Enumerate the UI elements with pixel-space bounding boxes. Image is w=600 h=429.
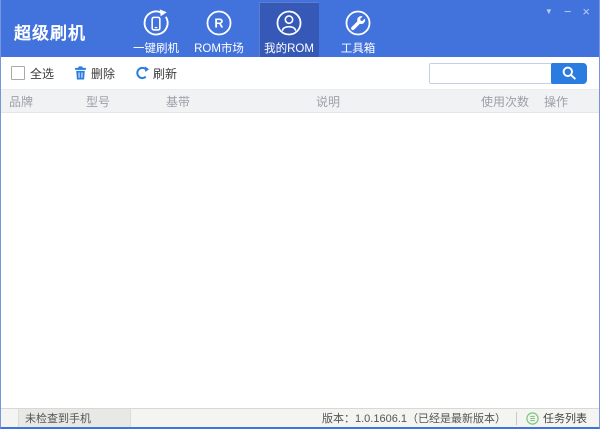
- column-header-model: 型号: [86, 94, 111, 109]
- column-header-brand: 品牌: [9, 94, 34, 109]
- main-nav: 一键刷机 R ROM市场 我的ROM 工具箱: [127, 0, 387, 57]
- delete-label: 删除: [91, 66, 116, 81]
- nav-tab-one-key-flash[interactable]: 一键刷机: [127, 2, 185, 57]
- device-status: 未检查到手机: [18, 409, 131, 427]
- nav-tab-label: ROM市场: [194, 43, 244, 55]
- column-header-actions: 操作: [544, 94, 569, 109]
- column-header-usage-count: 使用次数: [481, 94, 530, 109]
- refresh-button[interactable]: 刷新: [135, 65, 177, 82]
- task-list-button[interactable]: 任务列表: [526, 410, 587, 426]
- version-text: 版本：1.0.1606.1（已经是最新版本）: [322, 413, 506, 425]
- nav-tab-my-rom[interactable]: 我的ROM: [259, 2, 319, 57]
- refresh-icon: [136, 66, 150, 80]
- trash-icon: [75, 66, 86, 80]
- statusbar-divider: [516, 411, 517, 425]
- task-list-label: 任务列表: [543, 413, 587, 425]
- minimize-button[interactable]: −: [564, 5, 572, 18]
- column-header-baseband: 基带: [166, 94, 191, 109]
- nav-tab-label: 工具箱: [340, 43, 376, 55]
- user-rom-icon: [276, 10, 302, 36]
- close-button[interactable]: ×: [582, 5, 590, 18]
- phone-refresh-icon: [143, 9, 169, 36]
- rom-market-icon: R: [206, 10, 232, 36]
- window-controls: ▼ − ×: [545, 5, 590, 18]
- search-box: [429, 62, 587, 84]
- app-title: 超级刷机: [14, 24, 86, 43]
- toolbox-wrench-icon: [345, 10, 371, 36]
- nav-tab-label: 一键刷机: [133, 43, 179, 55]
- column-header-description: 说明: [316, 94, 341, 109]
- task-list-icon: [526, 411, 539, 425]
- menu-button[interactable]: ▼: [545, 7, 553, 16]
- delete-button[interactable]: 删除: [74, 65, 115, 82]
- app-window: 超级刷机 一键刷机 R ROM市场 我的ROM 工具箱 ▼ − × 全选 删除 …: [0, 0, 600, 429]
- table-header: 品牌 型号 基带 说明 使用次数 操作: [1, 90, 599, 113]
- statusbar: 未检查到手机 版本：1.0.1606.1（已经是最新版本） 任务列表: [1, 408, 599, 427]
- rom-list-empty-area: [1, 113, 599, 408]
- toolbar: 全选 删除 刷新: [1, 57, 599, 90]
- refresh-label: 刷新: [153, 66, 178, 81]
- nav-tab-label: 我的ROM: [264, 43, 314, 55]
- search-button[interactable]: [551, 62, 587, 84]
- search-input[interactable]: [429, 62, 552, 84]
- svg-text:R: R: [214, 17, 223, 31]
- select-all-checkbox[interactable]: [11, 66, 25, 80]
- nav-tab-toolbox[interactable]: 工具箱: [329, 2, 387, 57]
- search-icon: [562, 66, 576, 80]
- titlebar: 超级刷机 一键刷机 R ROM市场 我的ROM 工具箱 ▼ − ×: [1, 0, 599, 57]
- nav-tab-rom-market[interactable]: R ROM市场: [185, 2, 253, 57]
- select-all-label[interactable]: 全选: [30, 65, 54, 82]
